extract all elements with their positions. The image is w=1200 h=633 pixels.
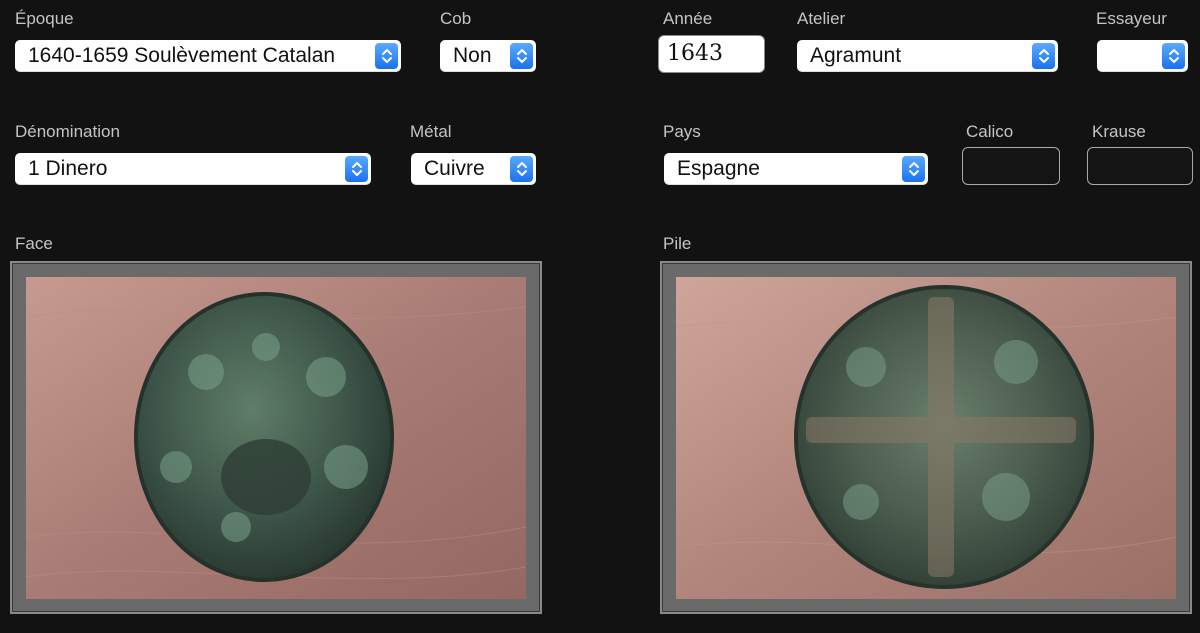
pays-label: Pays [663, 122, 701, 141]
denomination-value: 1 Dinero [28, 157, 108, 180]
metal-label: Métal [410, 122, 452, 141]
up-down-chevron-icon[interactable] [510, 43, 533, 69]
up-down-chevron-icon[interactable] [902, 156, 925, 182]
face-label: Face [15, 234, 53, 253]
pile-label: Pile [663, 234, 692, 253]
coin-obverse-photo [26, 277, 526, 599]
calico-field[interactable] [962, 147, 1060, 185]
atelier-value: Agramunt [810, 44, 902, 67]
up-down-chevron-icon[interactable] [1032, 43, 1055, 69]
cob-label: Cob [440, 9, 472, 28]
face-image-well[interactable] [10, 261, 542, 614]
annee-field[interactable]: 1643 [658, 35, 765, 73]
cob-value: Non [453, 44, 492, 67]
epoque-select[interactable]: 1640-1659 Soulèvement Catalan [15, 40, 401, 72]
up-down-chevron-icon[interactable] [1162, 43, 1185, 69]
essayeur-label: Essayeur [1096, 9, 1167, 28]
coin-reverse-photo [676, 277, 1176, 599]
calico-label: Calico [966, 122, 1014, 141]
atelier-select[interactable]: Agramunt [797, 40, 1058, 72]
krause-label: Krause [1092, 122, 1146, 141]
up-down-chevron-icon[interactable] [345, 156, 368, 182]
metal-value: Cuivre [424, 157, 485, 180]
up-down-chevron-icon[interactable] [510, 156, 533, 182]
pile-image-well[interactable] [660, 261, 1192, 614]
pays-value: Espagne [677, 157, 760, 180]
epoque-value: 1640-1659 Soulèvement Catalan [28, 44, 336, 67]
cob-select[interactable]: Non [440, 40, 536, 72]
annee-label: Année [663, 9, 713, 28]
metal-select[interactable]: Cuivre [411, 153, 536, 185]
pays-select[interactable]: Espagne [664, 153, 928, 185]
denomination-select[interactable]: 1 Dinero [15, 153, 371, 185]
krause-field[interactable] [1087, 147, 1193, 185]
epoque-label: Époque [15, 9, 74, 28]
essayeur-select[interactable] [1097, 40, 1188, 72]
annee-value: 1643 [667, 41, 723, 66]
denomination-label: Dénomination [15, 122, 120, 141]
up-down-chevron-icon[interactable] [375, 43, 398, 69]
atelier-label: Atelier [797, 9, 846, 28]
